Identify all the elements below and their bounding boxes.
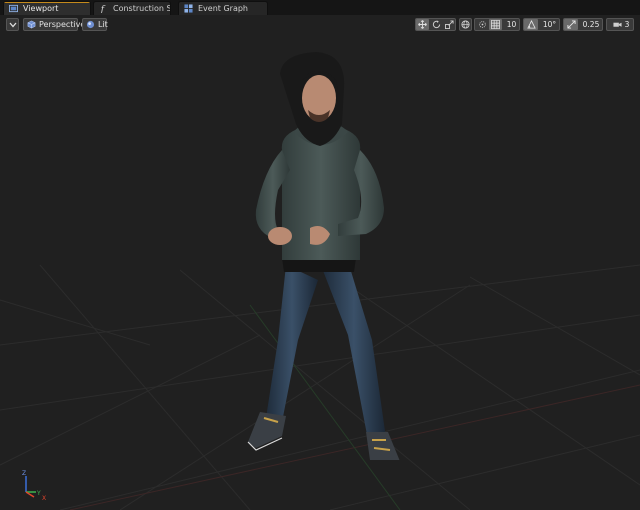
rotation-snap-value: 10° <box>542 20 557 29</box>
level-viewport[interactable]: Perspective Lit 10 10° 0.25 3 Z Y X <box>0 15 640 510</box>
grid-snap-value-dropdown[interactable]: 10 <box>503 19 520 30</box>
translate-mode-button[interactable] <box>416 19 429 30</box>
world-axis-indicator: Z Y X <box>22 470 46 500</box>
tab-event-graph[interactable]: Event Graph <box>178 1 268 15</box>
scale-snap-value: 0.25 <box>582 20 600 29</box>
angle-snap-icon <box>526 20 536 29</box>
scale-snap-toggle[interactable] <box>564 19 578 30</box>
surface-snap-icon <box>478 21 486 28</box>
coordinate-system-button[interactable] <box>459 18 472 31</box>
camera-speed-value: 3 <box>624 20 630 29</box>
perspective-cube-icon <box>27 20 36 29</box>
rotation-snap-toggle[interactable] <box>524 19 538 30</box>
editor-tab-bar: Viewport f Construction Scrip Event Grap… <box>0 0 640 16</box>
grid-snap-value: 10 <box>506 20 517 29</box>
grid-snap-group: 10 <box>474 18 520 31</box>
scale-mode-button[interactable] <box>443 19 456 30</box>
character-mesh[interactable] <box>220 40 420 460</box>
function-icon: f <box>100 5 106 13</box>
scale-snap-value-dropdown[interactable]: 0.25 <box>579 19 603 30</box>
rotation-snap-group: 10° <box>523 18 560 31</box>
tab-construction-script-label: Construction Scrip <box>113 4 170 13</box>
rotate-mode-button[interactable] <box>430 19 443 30</box>
svg-text:f: f <box>100 5 106 13</box>
lighting-mode-label: Lit <box>98 20 108 29</box>
event-graph-icon <box>184 4 193 13</box>
lit-sphere-icon <box>86 20 95 29</box>
axis-z-label: Z <box>22 470 26 477</box>
lighting-mode-lit-button[interactable]: Lit <box>82 18 108 31</box>
tab-construction-script[interactable]: f Construction Scrip <box>93 1 171 15</box>
move-arrows-icon <box>418 20 427 29</box>
transform-tools-group <box>415 18 456 31</box>
camera-speed-group[interactable]: 3 <box>606 18 634 31</box>
grid-snap-toggle[interactable] <box>489 19 502 30</box>
scale-snap-icon <box>566 20 576 29</box>
viewport-options-button[interactable] <box>6 18 19 31</box>
camera-speed-button[interactable]: 3 <box>608 19 634 30</box>
axis-x-label: X <box>42 495 46 500</box>
rotate-icon <box>432 20 441 29</box>
scale-snap-group: 0.25 <box>563 18 603 31</box>
scale-icon <box>445 20 454 29</box>
view-mode-perspective-button[interactable]: Perspective <box>23 18 85 31</box>
tab-event-graph-label: Event Graph <box>198 4 248 13</box>
view-mode-label: Perspective <box>39 20 86 29</box>
axis-y-label: Y <box>36 490 41 497</box>
grid-snap-icon <box>491 20 500 29</box>
rotation-snap-value-dropdown[interactable]: 10° <box>539 19 560 30</box>
globe-icon <box>461 20 470 29</box>
camera-icon <box>613 22 622 27</box>
tab-viewport[interactable]: Viewport <box>3 1 91 15</box>
chevron-down-icon <box>9 22 16 27</box>
tab-viewport-label: Viewport <box>23 4 59 13</box>
surface-snap-button[interactable] <box>475 19 489 30</box>
viewport-icon <box>9 4 18 13</box>
